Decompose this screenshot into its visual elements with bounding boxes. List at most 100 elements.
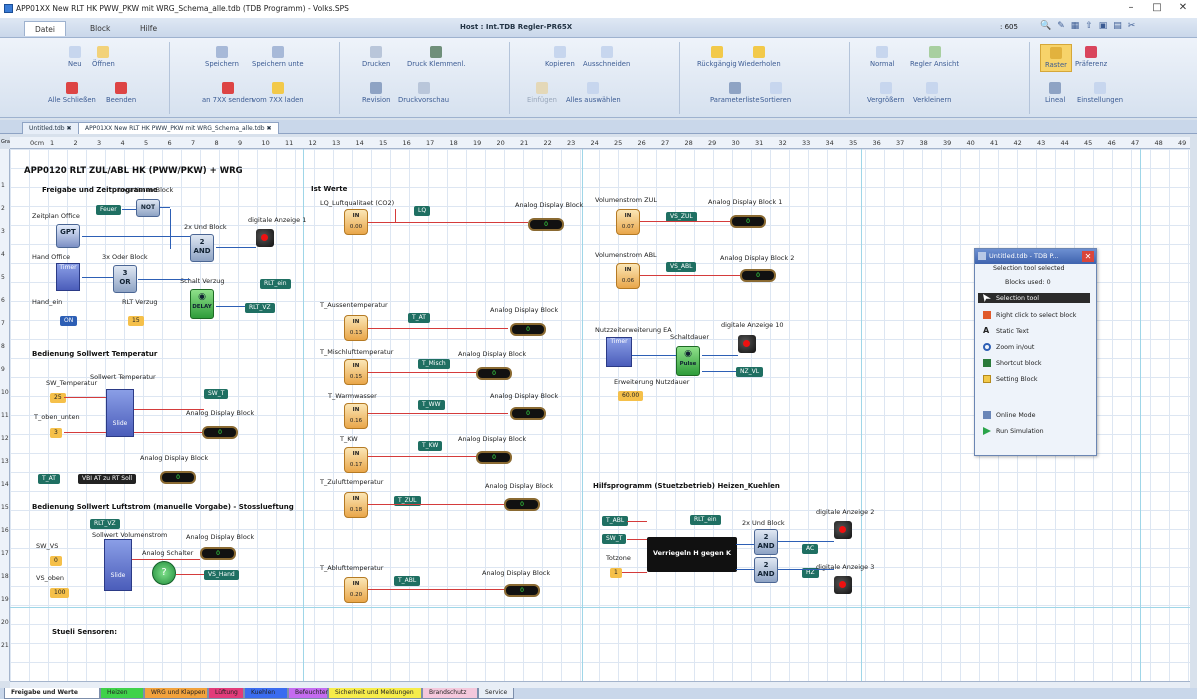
- tag-rlt-vz-2[interactable]: RLT_VZ: [90, 519, 120, 529]
- digital-display-10[interactable]: [738, 335, 756, 353]
- input-t-misch[interactable]: IN 0.15: [344, 359, 368, 385]
- tag-sw-t[interactable]: SW_T: [204, 389, 229, 399]
- shortcut-item[interactable]: Shortcut block: [983, 359, 1042, 367]
- tag-rlt-ein[interactable]: RLT_ein: [260, 279, 291, 289]
- input-t-zul[interactable]: IN 0.18: [344, 492, 368, 518]
- ruler-button[interactable]: Lineal: [1045, 82, 1065, 104]
- sheet-tab[interactable]: Lüftung: [208, 688, 244, 699]
- tag-vs-hand[interactable]: VS_Hand: [204, 570, 239, 580]
- analog-display-kw[interactable]: 0: [476, 451, 512, 464]
- print-terminals-button[interactable]: Druck Klemmenl.: [407, 46, 465, 68]
- input-100[interactable]: 100: [50, 588, 70, 598]
- input-t-kw[interactable]: IN 0.17: [344, 447, 368, 473]
- input-t-ww[interactable]: IN 0.16: [344, 403, 368, 429]
- tag-t-ww[interactable]: T_WW: [418, 400, 445, 410]
- paste-button[interactable]: Einfügen: [527, 82, 557, 104]
- parameter-list-button[interactable]: Parameterliste: [710, 82, 760, 104]
- grid-button[interactable]: Raster: [1040, 44, 1072, 72]
- sort-button[interactable]: Sortieren: [760, 82, 791, 104]
- tag-on[interactable]: ON: [60, 316, 78, 326]
- zoom-in-button[interactable]: Vergrößern: [867, 82, 905, 104]
- selection-tool-item[interactable]: Selection tool: [978, 293, 1090, 303]
- tag-vs-abl[interactable]: VS_ABL: [666, 262, 697, 272]
- tag-t-misch[interactable]: T_Misch: [418, 359, 450, 369]
- tag-rlt-vz[interactable]: RLT_VZ: [245, 303, 275, 313]
- analog-display-abl[interactable]: 0: [504, 584, 540, 597]
- sheet-tab[interactable]: WRG und Klappen: [144, 688, 208, 699]
- digital-display-1[interactable]: [256, 229, 274, 247]
- tab-block[interactable]: Block: [80, 21, 120, 36]
- minimize-button[interactable]: –: [1120, 2, 1142, 16]
- doc-tab-schema[interactable]: APP01XX New RLT HK PWW_PKW mit WRG_Schem…: [78, 122, 279, 134]
- static-text-item[interactable]: A Static Text: [983, 327, 1029, 336]
- tab-datei[interactable]: Datei: [24, 21, 67, 36]
- right-click-item[interactable]: Right click to select block: [983, 311, 1076, 319]
- input-lq[interactable]: IN 0.00: [344, 209, 368, 235]
- exit-button[interactable]: Beenden: [106, 82, 136, 104]
- close-button[interactable]: ✕: [1172, 2, 1194, 16]
- tag-rlt-ein-2[interactable]: RLT_ein: [690, 515, 721, 525]
- input-1[interactable]: 1: [610, 568, 622, 578]
- tag-ac[interactable]: AC: [802, 544, 819, 554]
- print-preview-button[interactable]: Druckvorschau: [398, 82, 449, 104]
- copy-button[interactable]: Kopieren: [545, 46, 575, 68]
- tag-sw-t-2[interactable]: SW_T: [602, 534, 627, 544]
- doc-tab-untitled[interactable]: Untitled.tdb ✖: [22, 122, 79, 134]
- sheet-tab[interactable]: Befeuchten: [288, 688, 329, 699]
- tag-nz-vl[interactable]: NZ_VL: [736, 367, 764, 377]
- load-button[interactable]: vom 7XX laden: [252, 82, 304, 104]
- analog-display-misch[interactable]: 0: [476, 367, 512, 380]
- quick-tools[interactable]: 🔍✎▦⇧▣▤✂: [1040, 21, 1141, 31]
- input-vs-abl[interactable]: IN 0.06: [616, 263, 640, 289]
- slide-block-vol[interactable]: Slide: [104, 539, 132, 591]
- controller-view-button[interactable]: Regler Ansicht: [910, 46, 959, 68]
- zoom-item[interactable]: Zoom in/out: [983, 343, 1034, 351]
- tag-t-abl[interactable]: T_ABL: [394, 576, 421, 586]
- analog-display-ww[interactable]: 0: [510, 407, 546, 420]
- close-all-button[interactable]: Alle Schließen: [48, 82, 96, 104]
- sheet-tab[interactable]: Service: [478, 688, 514, 699]
- tag-lq[interactable]: LQ: [414, 206, 431, 216]
- input-vs-zul[interactable]: IN 0.07: [616, 209, 640, 235]
- run-simulation-item[interactable]: Run Simulation: [983, 427, 1044, 435]
- timer-block[interactable]: Timer: [56, 263, 80, 291]
- interlock-block[interactable]: Verriegeln H gegen K: [647, 537, 737, 572]
- sheet-tab[interactable]: Freigabe und Werte: [4, 688, 100, 699]
- zoom-out-button[interactable]: Verkleinern: [913, 82, 951, 104]
- analog-switch[interactable]: ?: [152, 561, 176, 585]
- analog-display-2[interactable]: 0: [740, 269, 776, 282]
- timer-block-nutz[interactable]: Timer: [606, 337, 632, 367]
- input-0[interactable]: 0: [50, 556, 62, 566]
- maximize-button[interactable]: □: [1146, 2, 1168, 16]
- not-block[interactable]: NOT: [136, 199, 160, 217]
- sheet-tab[interactable]: Kuehlen: [244, 688, 288, 699]
- settings-button[interactable]: Einstellungen: [1077, 82, 1123, 104]
- cut-button[interactable]: Ausschneiden: [583, 46, 630, 68]
- undo-button[interactable]: Rückgängig: [697, 46, 737, 68]
- normal-view-button[interactable]: Normal: [870, 46, 895, 68]
- analog-display-lq[interactable]: 0: [528, 218, 564, 231]
- digital-display-2[interactable]: [834, 521, 852, 539]
- slide-block-temp[interactable]: Slide: [106, 389, 134, 437]
- analog-display-zul[interactable]: 0: [504, 498, 540, 511]
- input-t-at[interactable]: IN 0.13: [344, 315, 368, 341]
- tab-hilfe[interactable]: Hilfe: [130, 21, 167, 36]
- pulse-block[interactable]: ◉ Pulse: [676, 346, 700, 376]
- sheet-tab[interactable]: Brandschutz: [422, 688, 478, 699]
- revision-button[interactable]: Revision: [362, 82, 390, 104]
- analog-display-tat[interactable]: 0: [510, 323, 546, 336]
- sheet-tab[interactable]: Heizen: [100, 688, 144, 699]
- save-as-button[interactable]: Speichern unte: [252, 46, 304, 68]
- and-block-hz[interactable]: 2 AND: [754, 557, 778, 583]
- select-all-button[interactable]: Alles auswählen: [566, 82, 621, 104]
- tag-t-kw[interactable]: T_KW: [418, 441, 443, 451]
- analog-display-1[interactable]: 0: [730, 215, 766, 228]
- and-block[interactable]: 2 AND: [190, 234, 214, 262]
- input-25[interactable]: 25: [50, 393, 66, 403]
- analog-display-vol[interactable]: 0: [200, 547, 236, 560]
- send-button[interactable]: an 7XX senden: [202, 82, 253, 104]
- or-block[interactable]: 3 OR: [113, 265, 137, 293]
- tag-t-at[interactable]: T_AT: [408, 313, 430, 323]
- input-3[interactable]: 3: [50, 428, 62, 438]
- redo-button[interactable]: Wiederholen: [738, 46, 781, 68]
